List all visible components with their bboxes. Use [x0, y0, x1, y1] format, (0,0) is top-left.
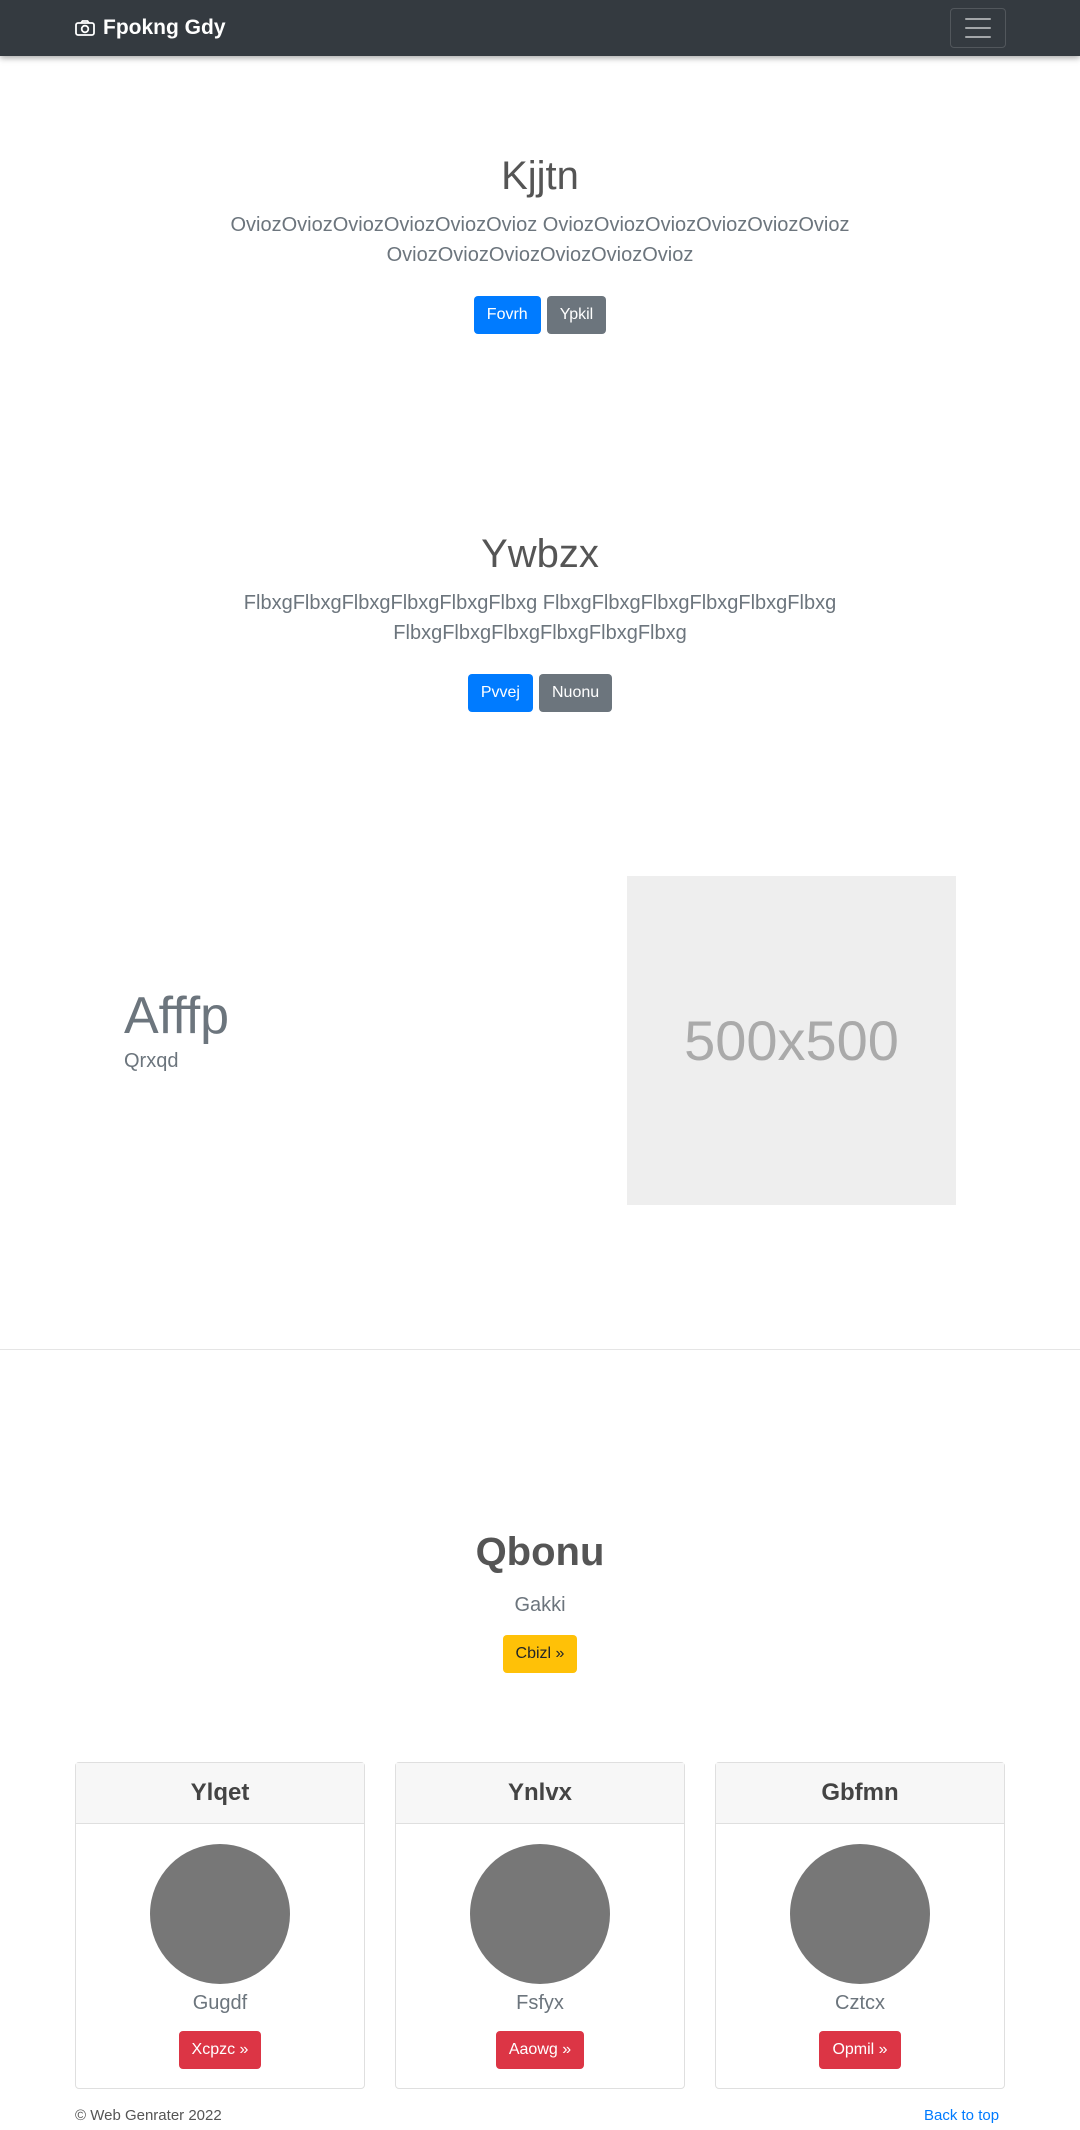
hero-secondary-button[interactable]: Nuonu [538, 674, 613, 712]
navbar: Fpokng Gdy [0, 0, 1080, 56]
footer-copyright: © Web Genrater 2022 [75, 2107, 222, 2124]
hero-primary-button[interactable]: Pvvej [467, 674, 533, 712]
card-avatar [790, 1844, 930, 1984]
card-header: Ynlvx [396, 1763, 684, 1824]
card-header: Gbfmn [716, 1763, 1004, 1824]
card: Gbfmn Cztcx Opmil » [715, 1762, 1005, 2089]
cta-subtitle: Gakki [514, 1594, 566, 1616]
brand-link[interactable]: Fpokng Gdy [75, 14, 226, 42]
hero-section-2: Ywbzx FlbxgFlbxgFlbxgFlbxgFlbxgFlbxg Flb… [0, 530, 1080, 712]
card: Ylqet Gugdf Xcpzc » [75, 1762, 365, 2089]
placeholder-image: 500x500 [627, 876, 956, 1205]
card-header: Ylqet [76, 1763, 364, 1824]
section-divider [0, 1349, 1080, 1350]
card-button[interactable]: Aaowg » [495, 2031, 585, 2069]
hero-title: Ywbzx [481, 532, 599, 576]
back-to-top-link[interactable]: Back to top [924, 2107, 999, 2124]
card-text: Cztcx [835, 1992, 885, 2014]
hamburger-icon-line [965, 36, 991, 38]
card-avatar [470, 1844, 610, 1984]
card-button[interactable]: Opmil » [819, 2031, 901, 2069]
hero-secondary-button[interactable]: Ypkil [546, 296, 607, 334]
cta-button[interactable]: Cbizl » [502, 1635, 578, 1673]
navbar-toggler-button[interactable] [950, 8, 1006, 48]
hero-buttons: Fovrh Ypkil [0, 296, 1080, 334]
card-text: Gugdf [192, 1992, 248, 2014]
hero-section-1: Kjjtn OviozOviozOviozOviozOviozOvioz Ovi… [0, 152, 1080, 334]
hero-text: FlbxgFlbxgFlbxgFlbxgFlbxgFlbxg FlbxgFlbx… [243, 592, 837, 644]
hero-title: Kjjtn [501, 154, 579, 198]
brand-name: Fpokng Gdy [103, 16, 226, 39]
placeholder-label: 500x500 [684, 1009, 899, 1072]
feature-title: Afffp [124, 987, 230, 1045]
card: Ynlvx Fsfyx Aaowg » [395, 1762, 685, 2089]
cta-title: Qbonu [475, 1530, 605, 1574]
hero-primary-button[interactable]: Fovrh [473, 296, 541, 334]
cta-section: Qbonu Gakki Cbizl » [0, 1524, 1080, 1673]
card-text: Fsfyx [516, 1992, 564, 2014]
card-avatar [150, 1844, 290, 1984]
feature-subtitle: Qrxqd [124, 1050, 179, 1072]
hero-text: OviozOviozOviozOviozOviozOvioz OviozOvio… [230, 214, 850, 266]
hamburger-icon [965, 18, 991, 20]
card-button[interactable]: Xcpzc » [178, 2031, 262, 2069]
hamburger-icon-line [965, 27, 991, 29]
hero-buttons: Pvvej Nuonu [0, 674, 1080, 712]
camera-icon [75, 20, 95, 36]
